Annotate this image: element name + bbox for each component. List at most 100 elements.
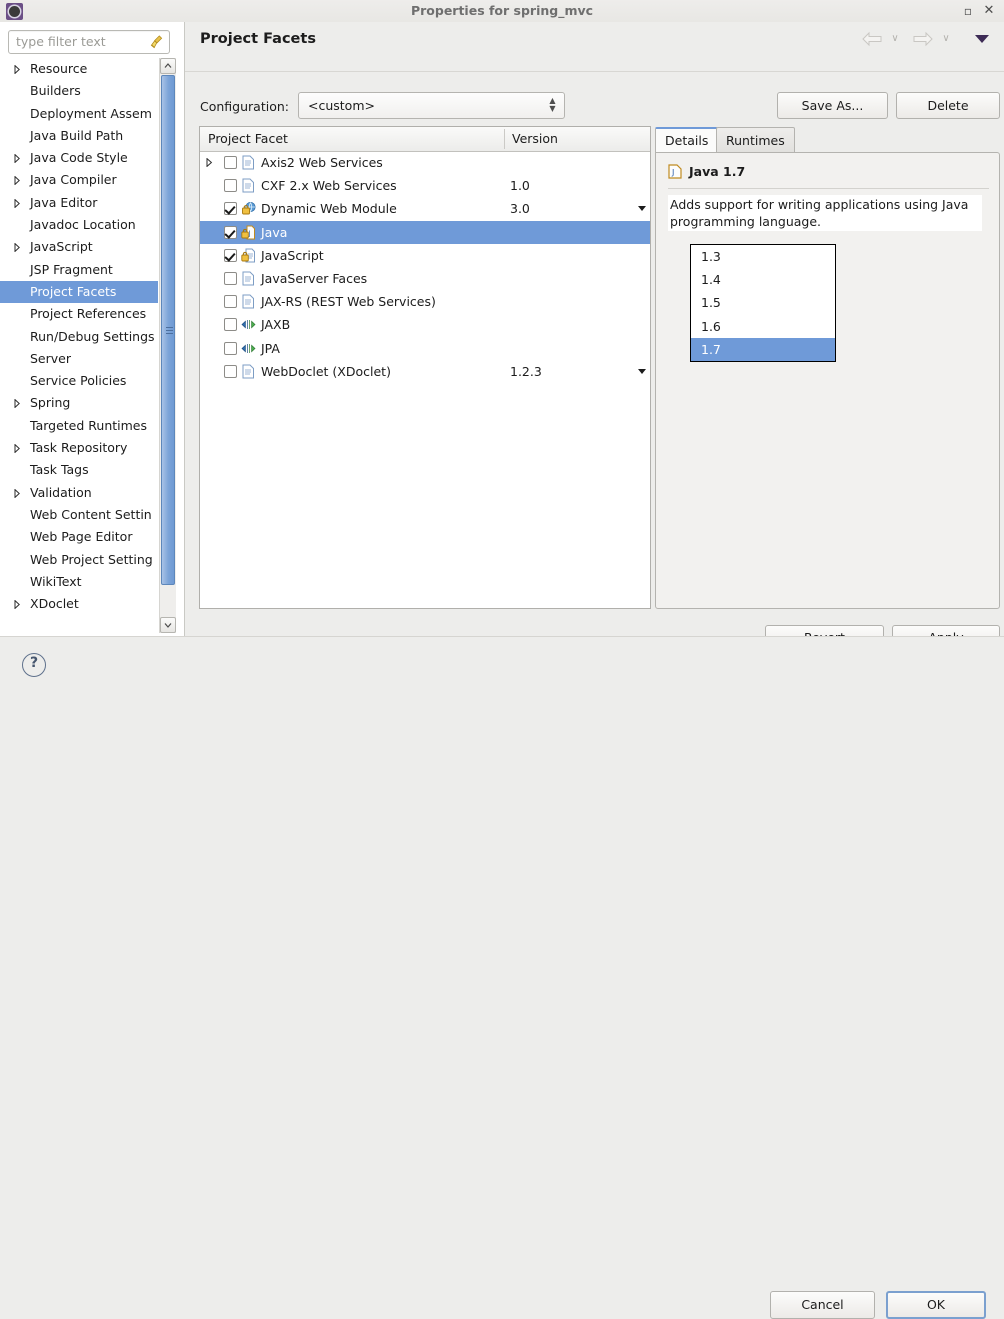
- sidebar-item-deployment-assem[interactable]: Deployment Assem: [0, 103, 158, 125]
- facet-checkbox[interactable]: [224, 248, 237, 262]
- facet-checkbox[interactable]: [224, 272, 237, 285]
- table-row[interactable]: JPA: [200, 337, 650, 360]
- sidebar-item-web-page-editor[interactable]: Web Page Editor: [0, 526, 158, 548]
- version-dropdown-list[interactable]: 1.3 1.4 1.5 1.6 1.7: [690, 244, 836, 362]
- expand-triangle-icon[interactable]: [14, 399, 20, 409]
- scroll-down-icon[interactable]: [160, 617, 176, 633]
- expand-triangle-icon[interactable]: [14, 65, 20, 74]
- dropdown-option[interactable]: 1.4: [691, 268, 835, 291]
- table-row[interactable]: JavaServer Faces: [200, 267, 650, 290]
- expand-triangle-icon[interactable]: [206, 158, 213, 167]
- sidebar-item-resource[interactable]: Resource: [0, 58, 158, 80]
- details-description: Adds support for writing applications us…: [668, 195, 982, 231]
- facet-version[interactable]: 1.2.3: [510, 360, 542, 383]
- scrollbar-thumb[interactable]: [161, 75, 175, 585]
- configuration-select[interactable]: <custom> ▲ ▼: [298, 92, 565, 119]
- sidebar-item-java-compiler[interactable]: Java Compiler: [0, 169, 158, 191]
- sidebar-item-web-project-setting[interactable]: Web Project Setting: [0, 549, 158, 571]
- sidebar-item-targeted-runtimes[interactable]: Targeted Runtimes: [0, 415, 158, 437]
- facet-checkbox[interactable]: [224, 318, 237, 332]
- broom-icon[interactable]: [149, 34, 164, 50]
- expand-triangle-icon[interactable]: [14, 600, 20, 610]
- sidebar-item-jsp-fragment[interactable]: JSP Fragment: [0, 259, 158, 281]
- sidebar-item-spring[interactable]: Spring: [0, 392, 158, 414]
- facet-checkbox[interactable]: [224, 225, 237, 239]
- ok-button[interactable]: OK: [886, 1291, 986, 1319]
- sidebar-item-label: Service Policies: [30, 373, 127, 389]
- facet-checkbox[interactable]: [224, 179, 237, 193]
- dropdown-option[interactable]: 1.3: [691, 245, 835, 268]
- version-chevron-down-icon[interactable]: [638, 368, 646, 374]
- column-header-facet[interactable]: Project Facet: [208, 127, 288, 150]
- project-facets-table[interactable]: Project Facet Version Axis2 Web Services…: [199, 126, 651, 609]
- sidebar-item-web-content-settin[interactable]: Web Content Settin: [0, 504, 158, 526]
- dropdown-option[interactable]: 1.6: [691, 315, 835, 338]
- sidebar-item-label: Run/Debug Settings: [30, 328, 155, 344]
- sidebar-item-builders[interactable]: Builders: [0, 80, 158, 102]
- dropdown-option[interactable]: 1.5: [691, 291, 835, 314]
- sidebar-item-wikitext[interactable]: WikiText: [0, 571, 158, 593]
- expand-triangle-icon[interactable]: [14, 243, 20, 253]
- maximize-icon[interactable]: ▫: [960, 3, 976, 19]
- view-menu-triangle-icon[interactable]: [975, 35, 989, 43]
- save-as-button[interactable]: Save As...: [777, 92, 888, 119]
- back-history-chevron-down-icon[interactable]: ∨: [889, 34, 901, 44]
- sidebar-item-task-repository[interactable]: Task Repository: [0, 437, 158, 459]
- facet-version[interactable]: 3.0: [510, 197, 530, 220]
- expand-triangle-icon[interactable]: [14, 488, 20, 498]
- expand-triangle-icon[interactable]: [14, 444, 20, 454]
- cancel-button[interactable]: Cancel: [770, 1291, 875, 1319]
- sidebar-item-task-tags[interactable]: Task Tags: [0, 459, 158, 481]
- expand-triangle-icon[interactable]: [14, 154, 20, 164]
- help-icon[interactable]: ?: [22, 653, 46, 677]
- table-row[interactable]: J Java: [200, 220, 650, 244]
- filter-input[interactable]: type filter text: [8, 30, 170, 54]
- delete-button[interactable]: Delete: [896, 92, 1000, 119]
- sidebar-item-javascript[interactable]: JavaScript: [0, 236, 158, 258]
- chevron-updown-icon[interactable]: ▲ ▼: [548, 97, 557, 114]
- facet-checkbox[interactable]: [224, 295, 237, 309]
- sidebar-item-label: Java Code Style: [30, 150, 128, 166]
- scroll-up-icon[interactable]: [160, 58, 176, 74]
- forward-history-chevron-down-icon[interactable]: ∨: [940, 34, 952, 44]
- column-divider[interactable]: [504, 129, 505, 149]
- sidebar-item-java-editor[interactable]: Java Editor: [0, 192, 158, 214]
- facet-version[interactable]: 1.0: [510, 174, 530, 197]
- back-arrow-icon[interactable]: [861, 31, 883, 47]
- sidebar-item-xdoclet[interactable]: XDoclet: [0, 593, 158, 615]
- column-header-version[interactable]: Version: [512, 127, 558, 150]
- dropdown-option[interactable]: 1.7: [691, 337, 835, 361]
- version-chevron-down-icon[interactable]: [638, 206, 646, 212]
- sidebar-item-validation[interactable]: Validation: [0, 482, 158, 504]
- table-row[interactable]: JavaScript: [200, 244, 650, 267]
- close-icon[interactable]: ✕: [981, 3, 997, 19]
- expand-triangle-icon[interactable]: [14, 176, 20, 186]
- sidebar-item-java-code-style[interactable]: Java Code Style: [0, 147, 158, 169]
- settings-tree[interactable]: Resource Builders Deployment Assem Java Bui…: [0, 58, 158, 633]
- sidebar-item-javadoc-location[interactable]: Javadoc Location: [0, 214, 158, 236]
- sidebar-item-service-policies[interactable]: Service Policies: [0, 370, 158, 392]
- facet-checkbox[interactable]: [224, 156, 237, 169]
- forward-arrow-icon[interactable]: [912, 31, 934, 47]
- configuration-label: Configuration:: [200, 99, 289, 114]
- tab-runtimes[interactable]: Runtimes: [716, 127, 795, 153]
- table-row[interactable]: Axis2 Web Services: [200, 151, 650, 174]
- sidebar-item-server[interactable]: Server: [0, 348, 158, 370]
- table-row[interactable]: Dynamic Web Module 3.0: [200, 197, 650, 220]
- sidebar-item-run-debug-settings[interactable]: Run/Debug Settings: [0, 326, 158, 348]
- sidebar-item-project-facets[interactable]: Project Facets: [0, 280, 158, 304]
- sidebar-item-java-build-path[interactable]: Java Build Path: [0, 125, 158, 147]
- table-row[interactable]: JAXB: [200, 313, 650, 336]
- sidebar-item-label: JavaScript: [30, 239, 93, 255]
- facet-checkbox[interactable]: [224, 202, 237, 216]
- table-row[interactable]: WebDoclet (XDoclet) 1.2.3: [200, 360, 650, 383]
- table-row[interactable]: CXF 2.x Web Services 1.0: [200, 174, 650, 197]
- sidebar-item-project-references[interactable]: Project References: [0, 303, 158, 325]
- tab-details[interactable]: Details: [655, 127, 719, 153]
- facet-checkbox[interactable]: [224, 341, 237, 355]
- title-bar: Properties for spring_mvc ▫ ✕: [0, 0, 1004, 23]
- table-row[interactable]: JAX-RS (REST Web Services): [200, 290, 650, 313]
- sidebar-vertical-scrollbar[interactable]: [159, 58, 176, 633]
- expand-triangle-icon[interactable]: [14, 198, 20, 208]
- facet-checkbox[interactable]: [224, 364, 237, 378]
